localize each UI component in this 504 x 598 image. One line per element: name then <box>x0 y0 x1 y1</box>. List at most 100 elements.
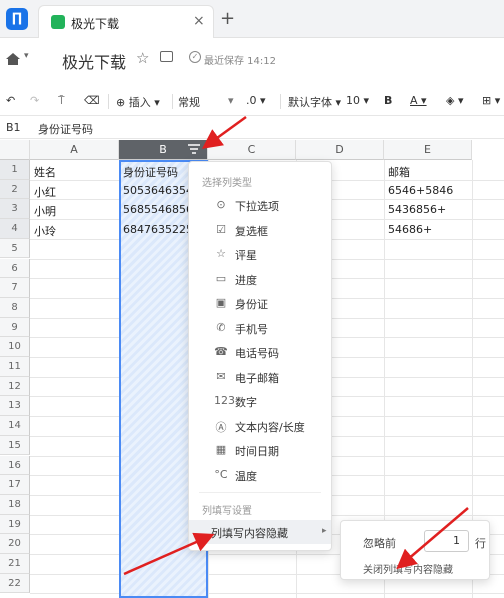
row-header[interactable]: 6 <box>0 258 30 279</box>
column-type-icon: ▦ <box>215 443 227 456</box>
saved-check-icon: ✓ <box>189 51 201 63</box>
cell-e4[interactable]: 54686+ <box>388 223 470 236</box>
column-type-menu: 选择列类型 ⊙ 下拉选项 ☑ 复选框 ☆ 评星 ▭ 进度 ▣ 身份证 ✆ 手机号 ☎ 电话号码 ✉ 电子邮箱 1… <box>188 161 332 551</box>
column-header-c[interactable]: C <box>208 140 296 160</box>
format-painter-icon[interactable]: ⍑ <box>58 94 65 108</box>
cell-e1[interactable]: 邮箱 <box>388 164 470 180</box>
toolbar: ↶ ↷ ⍑ ⌫ ⊕ 插入 ▾ 常规 ▾ .0 ▾ 默认字体 ▾ 10 ▾ B A… <box>0 88 504 116</box>
redo-icon[interactable]: ↷ <box>30 94 39 107</box>
row-header[interactable]: 20 <box>0 534 30 554</box>
hide-settings-panel: 忽略前 1 行 关闭列填写内容隐藏 <box>340 520 490 580</box>
column-type-icon: °C <box>214 467 228 481</box>
menu-item-label: 手机号 <box>235 322 268 336</box>
cell-a4[interactable]: 小玲 <box>34 223 117 239</box>
ignore-first-label: 忽略前 <box>363 537 396 550</box>
row-header[interactable]: 16 <box>0 455 30 476</box>
move-to-folder-icon[interactable] <box>160 51 173 62</box>
font-size-select[interactable]: 10 ▾ <box>346 94 369 107</box>
border-icon[interactable]: ⊞ ▾ <box>482 94 500 107</box>
star-icon[interactable]: ☆ <box>136 49 149 67</box>
number-format-select[interactable]: 常规 <box>178 94 200 110</box>
row-header[interactable]: 12 <box>0 376 30 397</box>
column-type-icon: ▭ <box>215 271 227 285</box>
font-color-button[interactable]: A ▾ <box>410 94 427 107</box>
font-family-select[interactable]: 默认字体 ▾ <box>288 94 341 110</box>
menu-item-hide-fill-content[interactable]: 列填写内容隐藏 ▸ <box>189 520 331 544</box>
cell-reference[interactable]: B1 <box>6 121 21 134</box>
menu-item-column-type[interactable]: ✉ 电子邮箱 <box>189 365 331 389</box>
row-header[interactable]: 14 <box>0 416 30 436</box>
menu-item-column-type[interactable]: ☎ 电话号码 <box>189 340 331 364</box>
menu-item-column-type[interactable]: ☆ 评星 <box>189 242 331 266</box>
menu-item-column-type[interactable]: ▣ 身份证 <box>189 291 331 315</box>
row-header[interactable]: 15 <box>0 435 30 456</box>
title-bar: ▾ 极光下载 ☆ ✓ 最近保存 14:12 <box>0 39 504 83</box>
column-type-icon: ▣ <box>215 296 227 309</box>
fill-color-icon[interactable]: ◈ ▾ <box>446 94 463 107</box>
ignore-rows-input[interactable]: 1 <box>424 530 469 552</box>
select-all-corner[interactable] <box>0 140 30 160</box>
new-tab-button[interactable]: + <box>220 8 235 29</box>
menu-item-label: 温度 <box>235 469 257 483</box>
clear-format-icon[interactable]: ⌫ <box>84 94 100 107</box>
column-header-e[interactable]: E <box>384 140 472 160</box>
disable-hide-button[interactable]: 关闭列填写内容隐藏 <box>363 561 453 576</box>
menu-divider <box>199 492 321 493</box>
menu-item-label: 电话号码 <box>235 347 279 360</box>
column-filter-icon[interactable] <box>188 144 200 155</box>
column-header-a[interactable]: A <box>30 140 119 160</box>
document-tab[interactable]: 极光下载 × <box>38 5 214 38</box>
formula-input[interactable]: 身份证号码 <box>38 121 93 137</box>
row-header[interactable]: 11 <box>0 357 30 377</box>
menu-item-column-type[interactable]: Ⓐ 文本内容/长度 <box>189 414 331 438</box>
row-header[interactable]: 5 <box>0 238 30 259</box>
document-title[interactable]: 极光下载 <box>62 49 126 73</box>
cell-a2[interactable]: 小红 <box>34 184 117 200</box>
row-header[interactable]: 7 <box>0 278 30 298</box>
menu-item-label: 时间日期 <box>235 445 279 458</box>
menu-item-column-type[interactable]: ▭ 进度 <box>189 267 331 291</box>
insert-button[interactable]: ⊕ 插入 ▾ <box>116 94 160 110</box>
menu-item-column-type[interactable]: °C 温度 <box>189 463 331 487</box>
cell-e3[interactable]: 5436856+ <box>388 203 470 216</box>
number-format-dropdown-icon[interactable]: ▾ <box>228 94 234 107</box>
row-header[interactable]: 2 <box>0 179 30 200</box>
row-header[interactable]: 10 <box>0 337 30 357</box>
row-header[interactable]: 21 <box>0 554 30 574</box>
row-header[interactable]: 18 <box>0 494 30 515</box>
home-icon[interactable] <box>6 53 20 65</box>
menu-item-column-type[interactable]: 123 数字 <box>189 389 331 413</box>
menu-item-label: 数字 <box>235 396 257 409</box>
menu-item-column-type[interactable]: ⊙ 下拉选项 <box>189 193 331 217</box>
cell-a1[interactable]: 姓名 <box>34 164 117 180</box>
grid-row-line <box>30 593 504 595</box>
row-header[interactable]: 17 <box>0 475 30 495</box>
menu-item-column-type[interactable]: ✆ 手机号 <box>189 316 331 340</box>
font-size-label: 10 <box>346 94 360 107</box>
row-header[interactable]: 8 <box>0 297 30 318</box>
undo-icon[interactable]: ↶ <box>6 94 15 107</box>
row-header[interactable]: 13 <box>0 396 30 417</box>
chevron-down-icon[interactable]: ▾ <box>24 51 29 61</box>
row-header[interactable]: 9 <box>0 317 30 338</box>
row-header[interactable]: 19 <box>0 514 30 535</box>
cell-a3[interactable]: 小明 <box>34 203 117 219</box>
insert-label: 插入 <box>128 96 151 109</box>
column-header-d[interactable]: D <box>296 140 384 160</box>
number-format-label: 常规 <box>178 96 200 109</box>
cell-e2[interactable]: 6546+5846 <box>388 184 470 197</box>
row-header[interactable]: 1 <box>0 160 30 180</box>
font-family-label: 默认字体 <box>288 96 332 109</box>
row-header[interactable]: 3 <box>0 199 30 220</box>
tab-close-icon[interactable]: × <box>193 13 205 29</box>
decimal-label: .0 <box>246 94 257 107</box>
menu-item-column-type[interactable]: ▦ 时间日期 <box>189 438 331 462</box>
app-logo-icon[interactable]: ∏ <box>6 8 28 30</box>
row-header[interactable]: 22 <box>0 573 30 594</box>
decimal-button[interactable]: .0 ▾ <box>246 94 266 107</box>
bold-button[interactable]: B <box>384 94 392 107</box>
column-type-icon: ✆ <box>216 320 226 334</box>
menu-item-column-type[interactable]: ☑ 复选框 <box>189 218 331 242</box>
spreadsheet-icon <box>51 15 65 29</box>
row-header[interactable]: 4 <box>0 219 30 239</box>
